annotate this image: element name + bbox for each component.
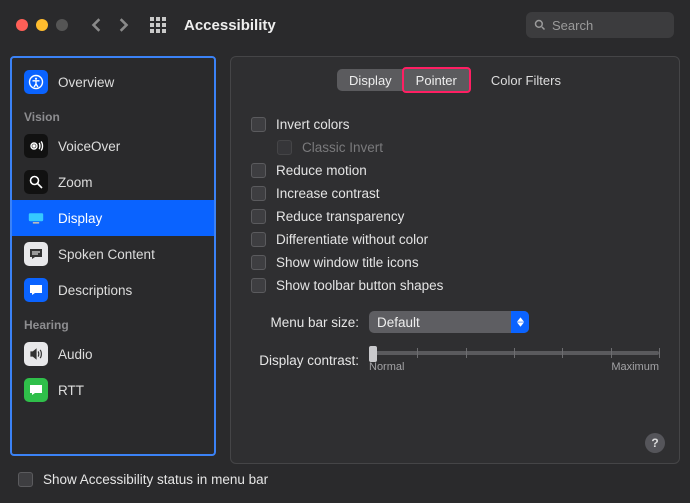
audio-icon [24,342,48,366]
chevron-up-down-icon [511,311,529,333]
checkbox-label: Classic Invert [302,140,383,155]
sidebar-label: Spoken Content [58,247,155,262]
sidebar-item-voiceover[interactable]: VoiceOver [12,128,214,164]
checkbox-invert-colors[interactable]: Invert colors [251,113,659,136]
checkbox-label: Reduce motion [276,163,367,178]
checkbox-reduce-transparency[interactable]: Reduce transparency [251,205,659,228]
settings-panel: Display Pointer Color Filters Invert col… [230,56,680,464]
menu-bar-size-select[interactable]: Default [369,311,529,333]
tab-color-filters[interactable]: Color Filters [479,69,573,91]
show-all-icon[interactable] [150,17,166,33]
checkbox-icon [277,140,292,155]
sidebar-label: Overview [58,75,114,90]
display-contrast-slider[interactable] [369,351,659,355]
sidebar-item-zoom[interactable]: Zoom [12,164,214,200]
checkbox-show-window-title-icons[interactable]: Show window title icons [251,251,659,274]
checkbox-icon [251,255,266,270]
zoom-window-button[interactable] [56,19,68,31]
search-placeholder: Search [552,18,593,33]
display-icon [24,206,48,230]
checkbox-icon [251,186,266,201]
checkbox-classic-invert: Classic Invert [277,136,659,159]
footer: Show Accessibility status in menu bar [0,464,690,495]
help-button[interactable]: ? [645,433,665,453]
voiceover-icon [24,134,48,158]
spoken-content-icon [24,242,48,266]
sidebar-section-hearing: Hearing [12,308,214,336]
sidebar-item-display[interactable]: Display [12,200,214,236]
display-contrast-row: Display contrast: Normal Maximum [251,347,659,373]
checkbox-reduce-motion[interactable]: Reduce motion [251,159,659,182]
checkbox-differentiate-without-color[interactable]: Differentiate without color [251,228,659,251]
checkbox-accessibility-status[interactable] [18,472,33,487]
window-title: Accessibility [184,17,276,34]
sidebar-item-spoken-content[interactable]: Spoken Content [12,236,214,272]
checkbox-icon [251,278,266,293]
rtt-icon [24,378,48,402]
checkbox-label: Reduce transparency [276,209,404,224]
checkbox-label: Invert colors [276,117,350,132]
display-contrast-label: Display contrast: [251,353,359,368]
back-button[interactable] [90,18,104,32]
sidebar-label: Display [58,211,102,226]
sidebar-item-rtt[interactable]: RTT [12,372,214,408]
checkbox-icon [251,163,266,178]
sidebar-label: RTT [58,383,84,398]
minimize-window-button[interactable] [36,19,48,31]
sidebar-label: Audio [58,347,93,362]
tab-display[interactable]: Display [337,69,404,91]
sidebar: Overview Vision VoiceOver Zoom Display [10,56,216,456]
sidebar-item-descriptions[interactable]: Descriptions [12,272,214,308]
checkbox-icon [251,209,266,224]
tab-pointer[interactable]: Pointer [402,67,471,93]
checkbox-label: Show window title icons [276,255,419,270]
menu-bar-size-row: Menu bar size: Default [251,311,659,333]
checkbox-increase-contrast[interactable]: Increase contrast [251,182,659,205]
tab-bar: Display Pointer Color Filters [251,69,659,91]
slider-max-label: Maximum [611,361,659,373]
nav-arrows [90,18,130,32]
footer-label: Show Accessibility status in menu bar [43,472,268,487]
select-value: Default [377,315,420,330]
checkbox-label: Increase contrast [276,186,380,201]
menu-bar-size-label: Menu bar size: [251,315,359,330]
forward-button[interactable] [116,18,130,32]
sidebar-section-vision: Vision [12,100,214,128]
sidebar-label: Zoom [58,175,93,190]
search-input[interactable]: Search [526,12,674,38]
close-window-button[interactable] [16,19,28,31]
sidebar-item-overview[interactable]: Overview [12,64,214,100]
checkbox-icon [251,232,266,247]
window-controls [16,19,68,31]
search-icon [534,19,546,31]
sidebar-label: VoiceOver [58,139,120,154]
checkbox-show-toolbar-button-shapes[interactable]: Show toolbar button shapes [251,274,659,297]
sidebar-item-audio[interactable]: Audio [12,336,214,372]
checkbox-label: Show toolbar button shapes [276,278,443,293]
slider-thumb[interactable] [369,346,377,362]
descriptions-icon [24,278,48,302]
titlebar: Accessibility Search [0,0,690,50]
accessibility-icon [24,70,48,94]
sidebar-label: Descriptions [58,283,132,298]
checkbox-label: Differentiate without color [276,232,428,247]
checkbox-icon [251,117,266,132]
zoom-icon [24,170,48,194]
slider-min-label: Normal [369,361,404,373]
